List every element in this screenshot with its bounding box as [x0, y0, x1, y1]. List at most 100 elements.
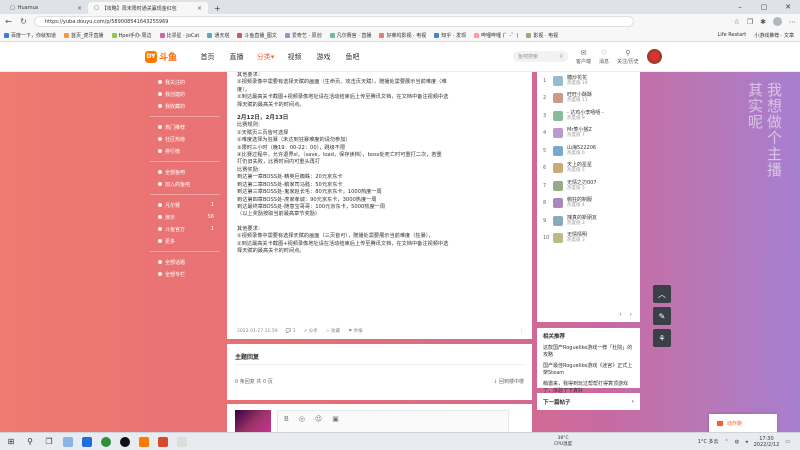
douyu-icon[interactable] [139, 436, 149, 447]
menu-item[interactable]: 直播 [222, 52, 251, 62]
menu-icon[interactable]: ⋯ [789, 18, 796, 26]
recommend-item[interactable]: 这款国产Roguelike游戏一荐「杜院」的攻略 [543, 345, 634, 359]
favorite-link[interactable]: Life Restart [718, 32, 747, 39]
app-icon[interactable] [158, 436, 168, 447]
chrome-icon[interactable] [101, 436, 111, 447]
ranking-item[interactable]: 1 糖炒花花 热度值 19 [537, 72, 640, 90]
volume-icon[interactable]: ◂ [745, 439, 748, 445]
ranking-item[interactable]: 10 无情情明 热度值 3 [537, 230, 640, 248]
share-icon[interactable]: ⚘ [653, 329, 671, 347]
sidebar-item[interactable]: 排行榜 [158, 145, 220, 157]
site-logo[interactable]: DY 斗鱼 [145, 50, 185, 63]
sidebar-item[interactable]: 演示 56 [158, 211, 220, 223]
edge-icon[interactable] [82, 436, 92, 447]
network-icon[interactable]: ◍ [735, 439, 739, 445]
clock[interactable]: 17:30 2022/2/12 [754, 436, 780, 448]
header-icon-button[interactable]: ✉ 客户端 [576, 49, 591, 65]
favorite-link[interactable]: Hpei手办·周边 [111, 32, 152, 39]
favorite-link[interactable]: 好莱坞影视 · 电视 [379, 32, 426, 39]
browser-tab-2[interactable]: ▢ 【攻略】周末限时通关赢现金红包 × [88, 2, 208, 14]
new-tab-button[interactable]: + [208, 2, 227, 14]
search-icon[interactable]: ⚲ [559, 54, 563, 60]
favorite-link[interactable]: 百度一下，你就知道 [4, 32, 56, 39]
favorite-link[interactable]: 斗鱼直播_图文 [237, 32, 277, 39]
task-view-icon[interactable]: ❐ [44, 437, 54, 447]
site-search[interactable]: 鱼吧搜索 ⚲ [513, 51, 568, 62]
video-icon[interactable]: ▣ [332, 415, 339, 429]
favorite-link[interactable]: 小游戏推荐 · 文章 [754, 32, 794, 39]
sidebar-item[interactable]: 我关注的 [158, 76, 220, 88]
favorite-link[interactable]: 知乎 · 发现 [434, 32, 466, 39]
header-icon-button[interactable]: ♡ 消息 [599, 49, 609, 65]
app-icon[interactable] [177, 436, 187, 447]
extension-icon[interactable]: ✱ [760, 18, 766, 26]
minimize-icon[interactable]: – [728, 0, 752, 14]
favorite-link[interactable]: 影视 · 电视 [526, 32, 558, 39]
collections-icon[interactable]: ❐ [747, 18, 753, 26]
sidebar-item[interactable]: 全部鱼吧 [158, 166, 220, 178]
chevron-up-icon[interactable]: ⌃ [725, 439, 729, 445]
url-field[interactable]: https://yuba.douyu.com/p/589008541643255… [34, 16, 634, 27]
bold-icon[interactable]: B [284, 415, 289, 429]
ranking-item[interactable]: 7 无情之刃007 热度值 5 [537, 177, 640, 195]
favorite-link[interactable]: 哔哩哔哩 (゜-゜) [474, 32, 518, 39]
ranking-item[interactable]: 4 Mr菱小猴Z 热度值 7 [537, 125, 640, 143]
back-icon[interactable]: ← [4, 17, 13, 26]
favorite-link[interactable]: 比邻星 · JoCat [159, 32, 199, 39]
sidebar-item[interactable]: 我创建的 [158, 88, 220, 100]
menu-item[interactable]: 游戏 [309, 52, 338, 62]
back-to-floor-link[interactable]: ↓ 回到楼中楼 [493, 378, 524, 385]
browser-tab-1[interactable]: ▢ Huamus × [4, 2, 88, 14]
weather-text[interactable]: 1°C 多云 [698, 438, 719, 445]
next-page-icon[interactable]: › [630, 311, 632, 318]
sidebar-item[interactable]: 凡尔赛 1 [158, 199, 220, 211]
menu-item[interactable]: 鱼吧 [338, 52, 367, 62]
ranking-item[interactable]: 8 鹌狂的制服 热度值 4 [537, 195, 640, 213]
close-window-icon[interactable]: ✕ [776, 0, 800, 14]
ranking-item[interactable]: 6 天上的星星 热度值 5 [537, 160, 640, 178]
favorite-link[interactable]: 爱奇艺 · 原创 [284, 32, 322, 39]
refresh-icon[interactable]: ↻ [19, 17, 28, 26]
menu-item[interactable]: 视频 [280, 52, 309, 62]
favorite-button[interactable]: ☆ 收藏 [326, 328, 340, 334]
ranking-item[interactable]: 2 旺旺小酥酥 热度值 11 [537, 90, 640, 108]
image-icon[interactable]: ◎ [299, 415, 305, 429]
more-icon[interactable]: ⋮ [520, 329, 525, 334]
sidebar-item[interactable]: 全部话题 [158, 256, 220, 268]
close-icon[interactable]: × [197, 5, 202, 12]
sidebar-item[interactable]: 加入的鱼吧 [158, 178, 220, 190]
ranking-item[interactable]: 5 山海522206 热度值 6 [537, 142, 640, 160]
star-icon[interactable]: ☆ [734, 18, 740, 26]
share-button[interactable]: ↗ 分享 [303, 328, 317, 334]
ranking-item[interactable]: 3 - 达鸡小李嘻嘻 - 热度值 9 [537, 107, 640, 125]
ranking-item[interactable]: 9 拽真的新朋友 热度值 3 [537, 212, 640, 230]
maximize-icon[interactable]: ▢ [752, 0, 776, 14]
reply-editor[interactable]: B ◎ ☺ ▣ [277, 410, 509, 432]
user-avatar[interactable] [646, 49, 662, 64]
emoji-icon[interactable]: ☺ [315, 415, 322, 429]
next-post-link[interactable]: 下一篇帖子 › [537, 393, 640, 410]
sidebar-item[interactable]: 社区热榜 [158, 133, 220, 145]
header-icon-button[interactable]: ⚲ 关注/历史 [617, 49, 639, 65]
favorite-link[interactable]: 凡尔赛宫 · 直播 [329, 32, 371, 39]
profile-avatar[interactable] [773, 17, 782, 26]
favorite-link[interactable]: 首页_虎牙直播 [64, 32, 104, 39]
edit-icon[interactable]: ✎ [653, 307, 671, 325]
comments-button[interactable]: 💬 3 [286, 329, 296, 334]
notification-toast[interactable]: 动作跑 [709, 414, 777, 432]
windows-start-icon[interactable]: ⊞ [6, 437, 16, 447]
explorer-icon[interactable] [63, 436, 73, 447]
sidebar-item[interactable]: 斗鱼官方 1 [158, 223, 220, 235]
menu-item[interactable]: 首页 [193, 52, 222, 62]
notification-icon[interactable]: ▭ [785, 439, 790, 445]
close-icon[interactable]: × [77, 5, 82, 12]
sidebar-item[interactable]: 热门推荐 [158, 121, 220, 133]
menu-item[interactable]: 分类▾ [251, 52, 280, 62]
app-icon[interactable] [120, 436, 130, 447]
search-icon[interactable]: ⚲ [25, 437, 35, 447]
sidebar-item[interactable]: 我收藏的 [158, 100, 220, 112]
report-button[interactable]: ⚑ 举报 [348, 328, 362, 334]
recommend-item[interactable]: 国产最佳Roguelike游戏《迷宫》正式上架Steam [543, 363, 634, 377]
sidebar-item[interactable]: 更多 [158, 235, 220, 247]
back-to-top-icon[interactable]: ︿ [653, 285, 671, 303]
